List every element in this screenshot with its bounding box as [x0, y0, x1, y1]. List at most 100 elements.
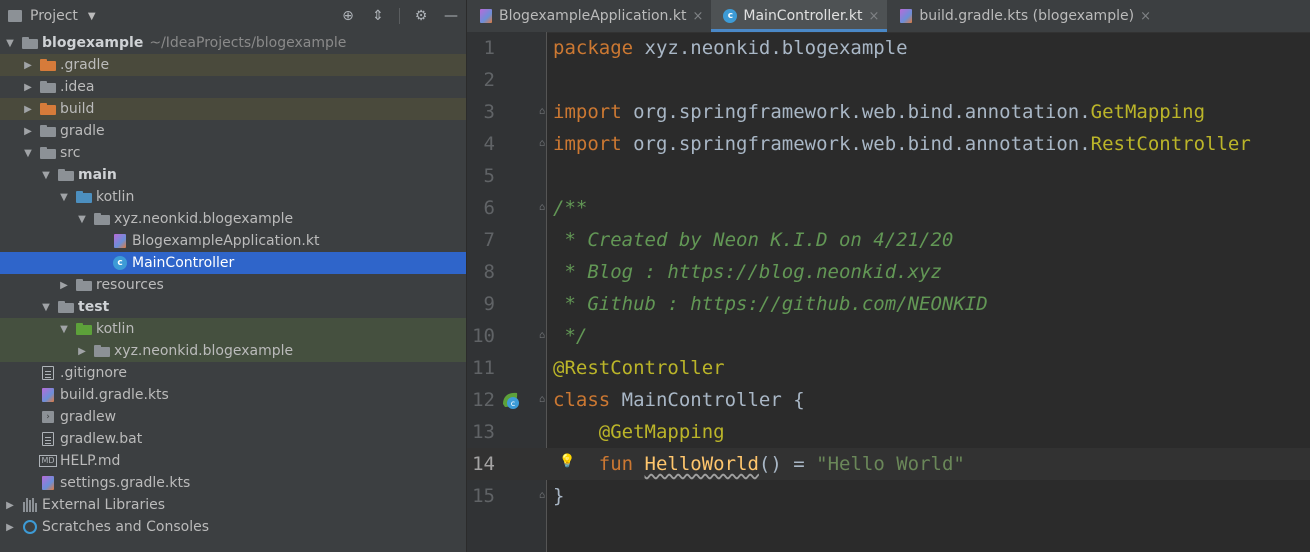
kotlin-file-icon: [40, 475, 56, 491]
code-line: 7 * Created by Neon K.I.D on 4/21/20: [467, 224, 1310, 256]
tab-label: BlogexampleApplication.kt: [499, 8, 687, 24]
fold-marker-icon[interactable]: ⌂: [539, 106, 549, 118]
chevron-right-icon[interactable]: ▶: [4, 522, 16, 533]
chevron-right-icon[interactable]: ▶: [4, 500, 16, 511]
code-text: fun HelloWorld() = "Hello World": [553, 448, 965, 480]
tree-item-gitignore[interactable]: ▶.gitignore: [0, 362, 466, 384]
tree-item-kotlin-test[interactable]: ▼ kotlin: [0, 318, 466, 340]
code-line: 1 package xyz.neonkid.blogexample: [467, 32, 1310, 64]
code-line: 12 ⌂ c class MainController {: [467, 384, 1310, 416]
code-token: org.springframework.web.bind.annotation.: [633, 101, 1091, 123]
code-line: 13 @GetMapping: [467, 416, 1310, 448]
gear-icon[interactable]: ⚙: [412, 7, 430, 25]
fold-marker-icon[interactable]: ⌂: [539, 394, 549, 406]
folder-icon: [40, 145, 56, 161]
tree-item-label: External Libraries: [42, 497, 165, 513]
project-view-selector[interactable]: Project ▼: [8, 8, 96, 24]
chevron-down-icon[interactable]: ▼: [76, 214, 88, 225]
line-number: 12: [472, 389, 495, 411]
tree-item-package-main[interactable]: ▼ xyz.neonkid.blogexample: [0, 208, 466, 230]
chevron-down-icon[interactable]: ▼: [40, 170, 52, 181]
line-number: 9: [483, 293, 495, 315]
tree-item-label: settings.gradle.kts: [60, 475, 191, 491]
tree-item-label: BlogexampleApplication.kt: [132, 233, 320, 249]
folder-icon: [40, 57, 56, 73]
code-token: HelloWorld: [644, 453, 759, 475]
tree-item-help-md[interactable]: ▶MDHELP.md: [0, 450, 466, 472]
locate-file-icon[interactable]: ⊕: [339, 7, 357, 25]
tree-item-external-libraries[interactable]: ▶ External Libraries: [0, 494, 466, 516]
folder-icon: [22, 35, 38, 51]
fold-marker-icon[interactable]: ⌂: [539, 330, 549, 342]
tree-item-idea[interactable]: ▶ .idea: [0, 76, 466, 98]
toolbar-divider: [399, 8, 400, 24]
project-panel: Project ▼ ⊕ ⇕ ⚙ — ▼ blogexample ~/IdeaProj…: [0, 0, 467, 552]
code-text: @GetMapping: [553, 416, 725, 448]
close-icon[interactable]: ×: [1140, 9, 1151, 24]
code-line: 2: [467, 64, 1310, 96]
fold-marker-icon[interactable]: ⌂: [539, 138, 549, 150]
line-number: 14: [472, 453, 495, 475]
tree-item-scratches[interactable]: ▶ Scratches and Consoles: [0, 516, 466, 538]
svg-text:c: c: [511, 399, 515, 408]
tab-build-gradle-kts[interactable]: build.gradle.kts (blogexample) ×: [887, 0, 1159, 32]
code-text: import org.springframework.web.bind.anno…: [553, 96, 1205, 128]
chevron-right-icon[interactable]: ▶: [22, 104, 34, 115]
kotlin-file-icon: [479, 9, 493, 23]
chevron-right-icon[interactable]: ▶: [22, 82, 34, 93]
tree-item-main-controller[interactable]: ▶cMainController: [0, 252, 466, 274]
tree-item-settings-gradle-kts[interactable]: ▶settings.gradle.kts: [0, 472, 466, 494]
chevron-down-icon[interactable]: ▼: [22, 148, 34, 159]
code-line: 8 * Blog : https://blog.neonkid.xyz: [467, 256, 1310, 288]
fold-marker-icon[interactable]: ⌂: [539, 202, 549, 214]
line-number: 11: [472, 357, 495, 379]
code-editor[interactable]: 1 package xyz.neonkid.blogexample 2 3 ⌂ impor…: [467, 32, 1310, 552]
close-icon[interactable]: ×: [868, 9, 879, 24]
editor-area: BlogexampleApplication.kt × c MainControlle…: [467, 0, 1310, 552]
tab-blogexample-application[interactable]: BlogexampleApplication.kt ×: [467, 0, 711, 32]
chevron-down-icon[interactable]: ▼: [58, 192, 70, 203]
code-text: class MainController {: [553, 384, 805, 416]
tree-item-gradlew-bat[interactable]: ▶gradlew.bat: [0, 428, 466, 450]
editor-tabs: BlogexampleApplication.kt × c MainControlle…: [467, 0, 1310, 33]
close-icon[interactable]: ×: [692, 9, 703, 24]
code-text: /**: [553, 192, 587, 224]
tree-item-test[interactable]: ▼ test: [0, 296, 466, 318]
tree-item-gradlew[interactable]: ▶›gradlew: [0, 406, 466, 428]
spring-bean-icon[interactable]: c: [500, 390, 520, 410]
code-token: MainController {: [621, 389, 805, 411]
tree-item-label: src: [60, 145, 81, 161]
tree-item-gradle-hidden[interactable]: ▶ .gradle: [0, 54, 466, 76]
hide-icon[interactable]: —: [442, 7, 460, 25]
code-token: * Github : https://github.com/NEONKID: [553, 293, 988, 315]
code-line: 14 💡 fun HelloWorld() = "Hello World": [467, 448, 1310, 480]
chevron-right-icon[interactable]: ▶: [22, 126, 34, 137]
chevron-down-icon[interactable]: ▼: [58, 324, 70, 335]
tree-item-blogexample-application[interactable]: ▶BlogexampleApplication.kt: [0, 230, 466, 252]
chevron-right-icon[interactable]: ▶: [22, 60, 34, 71]
code-token: @GetMapping: [598, 421, 725, 443]
tab-main-controller[interactable]: c MainController.kt ×: [711, 0, 888, 32]
tree-item-package-test[interactable]: ▶ xyz.neonkid.blogexample: [0, 340, 466, 362]
tab-label: MainController.kt: [743, 8, 863, 24]
chevron-right-icon[interactable]: ▶: [58, 280, 70, 291]
fold-marker-icon[interactable]: ⌂: [539, 490, 549, 502]
tree-item-label: HELP.md: [60, 453, 121, 469]
tree-item-kotlin-main[interactable]: ▼ kotlin: [0, 186, 466, 208]
code-token: }: [553, 485, 565, 507]
tree-item-build-gradle-kts[interactable]: ▶build.gradle.kts: [0, 384, 466, 406]
tree-item-gradle[interactable]: ▶ gradle: [0, 120, 466, 142]
tree-item-main[interactable]: ▼ main: [0, 164, 466, 186]
tree-item-label: kotlin: [96, 189, 135, 205]
tree-item-label: resources: [96, 277, 164, 293]
chevron-down-icon[interactable]: ▼: [4, 38, 16, 49]
tree-item-resources[interactable]: ▶ resources: [0, 274, 466, 296]
line-number: 3: [483, 101, 495, 123]
tree-item-label: blogexample: [42, 35, 144, 51]
tree-item-build[interactable]: ▶ build: [0, 98, 466, 120]
chevron-right-icon[interactable]: ▶: [76, 346, 88, 357]
tree-item-blogexample[interactable]: ▼ blogexample ~/IdeaProjects/blogexample: [0, 32, 466, 54]
collapse-all-icon[interactable]: ⇕: [369, 7, 387, 25]
chevron-down-icon[interactable]: ▼: [40, 302, 52, 313]
tree-item-src[interactable]: ▼ src: [0, 142, 466, 164]
